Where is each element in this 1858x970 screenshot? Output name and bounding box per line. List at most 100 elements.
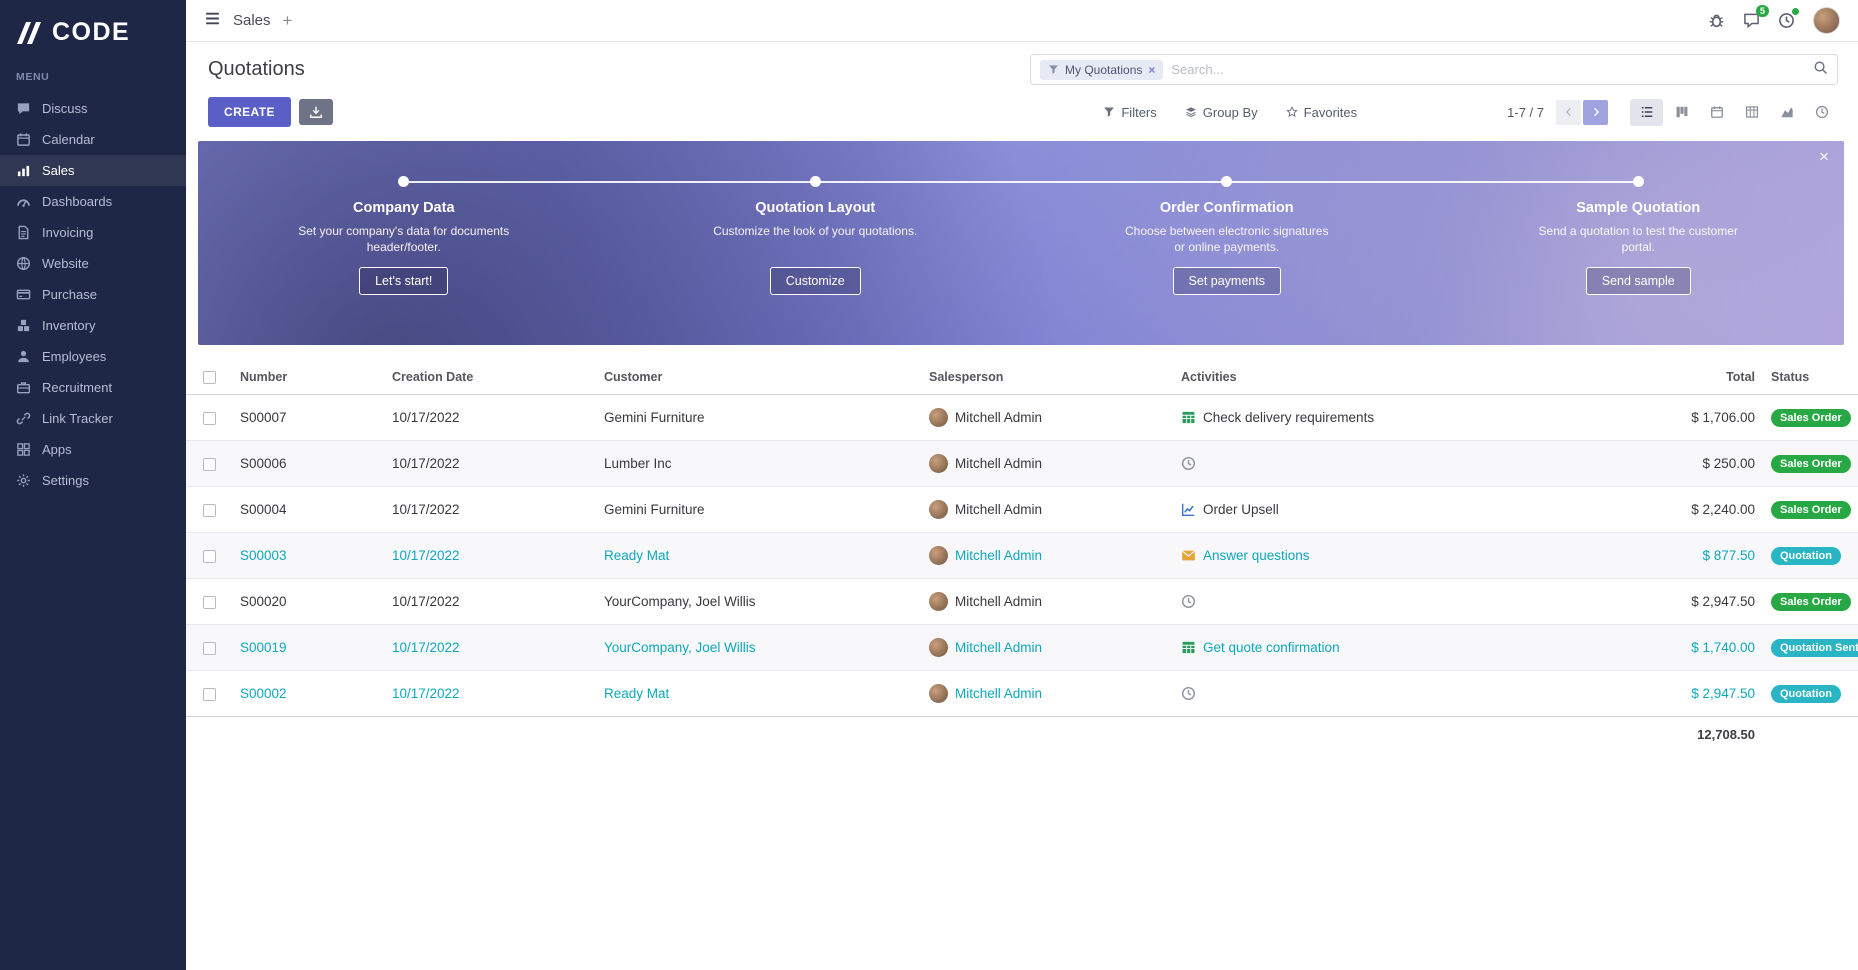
pivot-icon <box>1745 105 1759 119</box>
sidebar-item-settings[interactable]: Settings <box>0 465 186 496</box>
onboarding-banner: × Company DataSet your company's data fo… <box>198 141 1844 345</box>
cell-status: Quotation <box>1763 671 1858 717</box>
row-checkbox[interactable] <box>203 642 216 655</box>
app-logo[interactable]: CODE <box>0 0 186 69</box>
pager-previous-button[interactable] <box>1556 100 1581 125</box>
step-title: Company Data <box>284 200 524 218</box>
hamburger-menu-icon[interactable] <box>204 10 221 32</box>
quotation-row[interactable]: S0002010/17/2022YourCompany, Joel Willis… <box>186 579 1858 625</box>
column-header-creation-date[interactable]: Creation Date <box>384 360 596 395</box>
view-kanban-button[interactable] <box>1665 99 1698 126</box>
table-header-row: NumberCreation DateCustomerSalespersonAc… <box>186 360 1858 395</box>
step-action-button[interactable]: Customize <box>770 267 861 295</box>
cell-customer: Ready Mat <box>596 533 921 579</box>
quotation-row[interactable]: S0000310/17/2022Ready MatMitchell AdminA… <box>186 533 1858 579</box>
quotation-row[interactable]: S0000210/17/2022Ready MatMitchell Admin$… <box>186 671 1858 717</box>
cell-total: $ 250.00 <box>1641 441 1763 487</box>
column-header-status[interactable]: Status <box>1763 360 1858 395</box>
step-description: Customize the look of your quotations. <box>695 223 935 267</box>
user-avatar[interactable] <box>1813 7 1840 34</box>
search-bar[interactable]: My Quotations × <box>1030 54 1838 85</box>
topbar-app-name[interactable]: Sales <box>233 12 271 29</box>
cell-activities[interactable] <box>1173 579 1641 625</box>
debug-bug-icon[interactable] <box>1708 12 1725 29</box>
export-button[interactable] <box>299 99 333 125</box>
column-header-salesperson[interactable]: Salesperson <box>921 360 1173 395</box>
group-by-button[interactable]: Group By <box>1185 105 1258 120</box>
sidebar-item-label: Link Tracker <box>42 411 113 426</box>
layers-icon <box>1185 106 1197 118</box>
select-all-checkbox[interactable] <box>203 371 216 384</box>
column-header-activities[interactable]: Activities <box>1173 360 1641 395</box>
calendar-icon <box>1710 105 1724 119</box>
column-header-customer[interactable]: Customer <box>596 360 921 395</box>
search-facet[interactable]: My Quotations × <box>1040 60 1163 80</box>
cell-activities[interactable]: Get quote confirmation <box>1173 625 1641 671</box>
view-list-button[interactable] <box>1630 99 1663 126</box>
cell-number: S00003 <box>232 533 384 579</box>
sidebar-item-recruitment[interactable]: Recruitment <box>0 372 186 403</box>
quotation-row[interactable]: S0000610/17/2022Lumber IncMitchell Admin… <box>186 441 1858 487</box>
step-action-button[interactable]: Let's start! <box>359 267 448 295</box>
cell-activities[interactable]: Order Upsell <box>1173 487 1641 533</box>
sidebar-item-label: Purchase <box>42 287 97 302</box>
cell-activities[interactable]: Check delivery requirements <box>1173 395 1641 441</box>
pager-next-button[interactable] <box>1583 100 1608 125</box>
cell-activities[interactable]: Answer questions <box>1173 533 1641 579</box>
row-checkbox[interactable] <box>203 688 216 701</box>
step-action-button[interactable]: Set payments <box>1173 267 1281 295</box>
favorites-button[interactable]: Favorites <box>1286 105 1357 120</box>
status-badge: Sales Order <box>1771 409 1851 427</box>
view-graph-button[interactable] <box>1770 99 1803 126</box>
quotation-row[interactable]: S0000710/17/2022Gemini FurnitureMitchell… <box>186 395 1858 441</box>
create-button[interactable]: CREATE <box>208 97 291 127</box>
messages-icon[interactable]: 5 <box>1743 12 1760 29</box>
sidebar-item-dashboards[interactable]: Dashboards <box>0 186 186 217</box>
sidebar-item-sales[interactable]: Sales <box>0 155 186 186</box>
column-header-total[interactable]: Total <box>1641 360 1763 395</box>
search-input[interactable] <box>1171 62 1805 77</box>
view-switcher <box>1630 99 1838 126</box>
banner-close-icon[interactable]: × <box>1819 148 1829 165</box>
cell-number: S00007 <box>232 395 384 441</box>
sidebar-item-website[interactable]: Website <box>0 248 186 279</box>
activities-clock-icon[interactable] <box>1778 12 1795 29</box>
view-activity-button[interactable] <box>1805 99 1838 126</box>
sidebar-item-discuss[interactable]: Discuss <box>0 93 186 124</box>
sidebar-item-purchase[interactable]: Purchase <box>0 279 186 310</box>
cell-activities[interactable] <box>1173 441 1641 487</box>
row-checkbox[interactable] <box>203 458 216 471</box>
sidebar-item-employees[interactable]: Employees <box>0 341 186 372</box>
quotation-row[interactable]: S0000410/17/2022Gemini FurnitureMitchell… <box>186 487 1858 533</box>
view-calendar-button[interactable] <box>1700 99 1733 126</box>
envelope-icon <box>1181 548 1196 563</box>
status-badge: Sales Order <box>1771 593 1851 611</box>
sidebar-item-link-tracker[interactable]: Link Tracker <box>0 403 186 434</box>
salesperson-avatar <box>929 684 948 703</box>
status-badge: Sales Order <box>1771 455 1851 473</box>
quotation-row[interactable]: S0001910/17/2022YourCompany, Joel Willis… <box>186 625 1858 671</box>
cell-customer: Ready Mat <box>596 671 921 717</box>
cell-creation-date: 10/17/2022 <box>384 671 596 717</box>
search-icon[interactable] <box>1813 60 1828 80</box>
sidebar-item-label: Recruitment <box>42 380 112 395</box>
add-tab-icon[interactable]: + <box>283 11 293 31</box>
status-badge: Sales Order <box>1771 501 1851 519</box>
sidebar-item-label: Dashboards <box>42 194 112 209</box>
column-header-number[interactable]: Number <box>232 360 384 395</box>
row-checkbox[interactable] <box>203 504 216 517</box>
step-action-button[interactable]: Send sample <box>1586 267 1691 295</box>
view-pivot-button[interactable] <box>1735 99 1768 126</box>
filters-button[interactable]: Filters <box>1103 105 1156 120</box>
facet-remove-icon[interactable]: × <box>1148 63 1155 77</box>
apps-icon <box>16 442 31 457</box>
sidebar-item-calendar[interactable]: Calendar <box>0 124 186 155</box>
row-checkbox[interactable] <box>203 412 216 425</box>
row-checkbox[interactable] <box>203 550 216 563</box>
sidebar-item-inventory[interactable]: Inventory <box>0 310 186 341</box>
sidebar-item-apps[interactable]: Apps <box>0 434 186 465</box>
cell-activities[interactable] <box>1173 671 1641 717</box>
row-checkbox[interactable] <box>203 596 216 609</box>
clock-icon <box>1181 686 1196 701</box>
sidebar-item-invoicing[interactable]: Invoicing <box>0 217 186 248</box>
